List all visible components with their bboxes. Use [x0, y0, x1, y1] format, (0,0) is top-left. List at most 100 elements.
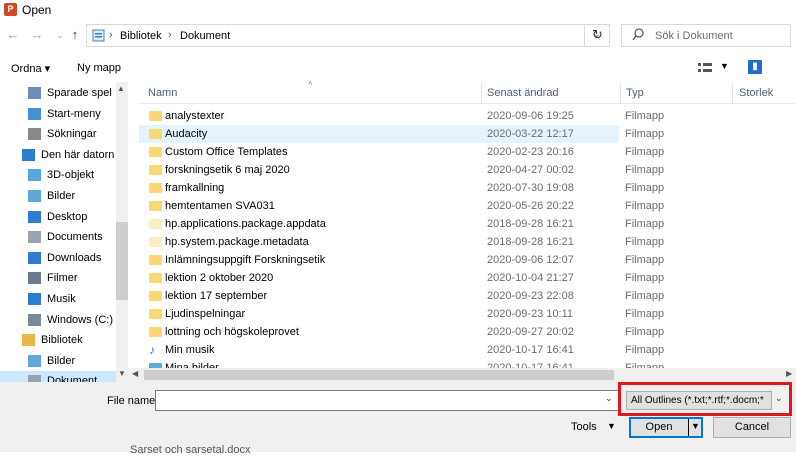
column-divider[interactable] — [732, 83, 733, 103]
filename-input[interactable] — [155, 390, 619, 411]
nav-scroll-down-icon[interactable]: ▼ — [118, 369, 126, 378]
file-type: Filmapp — [625, 254, 665, 266]
folder-icon — [149, 237, 162, 247]
file-row[interactable]: Audacity 2020-03-22 12:17 Filmapp — [139, 125, 664, 143]
file-date: 2020-05-26 20:22 — [487, 200, 574, 212]
pictures-icon — [28, 354, 41, 367]
navigation-pane: Sparade spel Start-meny Sökningar Den här d… — [0, 82, 128, 382]
forward-arrow-icon[interactable]: → — [28, 26, 46, 44]
file-name: Audacity — [165, 128, 208, 140]
folder-icon — [149, 129, 162, 139]
nav-item-label: Sparade spel — [47, 87, 112, 99]
column-type[interactable]: Typ — [626, 87, 644, 99]
back-arrow-icon[interactable]: ← — [4, 26, 22, 44]
file-date: 2020-10-04 21:27 — [487, 272, 574, 284]
file-name: analystexter — [165, 110, 225, 122]
nav-scroll-up-icon[interactable]: ▲ — [117, 84, 125, 93]
computer-icon — [22, 148, 35, 161]
breadcrumb-dokument[interactable]: Dokument — [180, 30, 230, 42]
file-type: Filmapp — [625, 128, 665, 140]
cancel-button[interactable]: Cancel — [713, 417, 791, 438]
new-folder-button[interactable]: Ny mapp — [77, 62, 121, 74]
3d-objects-icon — [28, 169, 41, 182]
tools-dropdown-icon[interactable]: ▼ — [607, 421, 616, 431]
column-divider[interactable] — [481, 83, 482, 103]
folder-icon — [149, 291, 162, 301]
nav-item-label: Bilder — [47, 190, 76, 202]
file-row[interactable]: hp.system.package.metadata 2018-09-28 16:… — [139, 233, 796, 251]
music-icon — [28, 293, 41, 305]
file-name: hp.system.package.metadata — [165, 236, 309, 248]
search-placeholder: Sök i Dokument — [655, 30, 733, 42]
column-divider[interactable] — [620, 83, 621, 103]
nav-item-label: Den här datorn — [41, 148, 115, 161]
file-name: lektion 17 september — [165, 290, 268, 302]
file-row[interactable]: framkallning 2020-07-30 19:08 Filmapp — [139, 179, 796, 197]
folder-icon — [149, 309, 162, 319]
nav-scrollbar-thumb[interactable] — [116, 222, 128, 300]
filename-label: File name: — [107, 395, 159, 407]
desktop-icon — [28, 210, 41, 223]
file-name: framkallning — [165, 182, 225, 194]
search-icon — [632, 28, 644, 41]
file-row[interactable]: hemtentamen SVA031 2020-05-26 20:22 Filmap… — [139, 197, 796, 215]
file-date: 2020-02-23 20:16 — [487, 146, 574, 158]
file-type: Filmapp — [625, 236, 665, 248]
pictures-icon — [28, 190, 41, 202]
scroll-right-icon[interactable]: ▶ — [786, 369, 792, 378]
file-type: Filmapp — [625, 146, 665, 158]
file-type: Filmapp — [625, 200, 665, 212]
folder-icon — [149, 327, 162, 337]
column-date[interactable]: Senast ändrad — [487, 87, 559, 99]
filename-dropdown-icon[interactable]: ⌄ — [605, 393, 613, 404]
file-row[interactable]: Custom Office Templates 2020-02-23 20:16 F… — [139, 143, 796, 161]
view-options-icon[interactable] — [698, 62, 712, 74]
up-arrow-icon[interactable]: ↑ — [66, 26, 84, 44]
organize-button[interactable]: Ordna ▾ — [11, 62, 50, 75]
file-type: Filmapp — [625, 272, 665, 284]
file-name: Min musik — [165, 344, 215, 356]
open-button-label: Open — [645, 421, 673, 433]
file-name: Custom Office Templates — [165, 146, 288, 158]
file-row[interactable]: ♪ Min musik 2020-10-17 16:41 Filmapp — [139, 341, 796, 359]
column-name[interactable]: Namn — [148, 87, 177, 99]
file-type: Filmapp — [625, 110, 665, 122]
open-options-dropdown-icon[interactable]: ▼ — [691, 421, 700, 431]
preview-pane-icon[interactable]: ▮ — [748, 60, 762, 74]
file-row[interactable]: lottning och högskoleprovet 2020-09-27 20… — [139, 323, 796, 341]
folder-icon — [149, 147, 162, 157]
nav-item[interactable]: Dokument — [0, 371, 116, 382]
nav-item-label: Bilder — [47, 354, 76, 367]
file-name: hemtentamen SVA031 — [165, 200, 275, 212]
horizontal-scrollbar-thumb[interactable] — [144, 370, 614, 380]
file-name: lektion 2 oktober 2020 — [165, 272, 274, 284]
start-menu-icon — [28, 107, 41, 120]
folder-icon — [149, 201, 162, 211]
breadcrumb-bibliotek[interactable]: Bibliotek — [120, 30, 162, 42]
file-name: hp.applications.package.appdata — [165, 218, 326, 230]
file-row[interactable]: analystexter 2020-09-06 19:25 Filmapp — [139, 107, 796, 125]
breadcrumb-separator-icon: › — [109, 29, 113, 41]
file-row[interactable]: forskningsetik 6 maj 2020 2020-04-27 00:0… — [139, 161, 796, 179]
background-document-text: Sarset och sarsetal.docx — [130, 444, 251, 456]
refresh-icon[interactable]: ↻ — [584, 24, 610, 47]
file-name: forskningsetik 6 maj 2020 — [165, 164, 290, 176]
scroll-left-icon[interactable]: ◀ — [132, 369, 138, 378]
file-row[interactable]: lektion 2 oktober 2020 2020-10-04 21:27 Fi… — [139, 269, 796, 287]
title-bar — [0, 0, 796, 20]
window-title: Open — [22, 3, 52, 17]
file-row[interactable]: Ljudinspelningar 2020-09-23 10:11 Filmapp — [139, 305, 796, 323]
file-date: 2018-09-28 16:21 — [487, 236, 574, 248]
file-row[interactable]: hp.applications.package.appdata 2018-09-2… — [139, 215, 796, 233]
address-bar[interactable]: › Bibliotek › Dokument ⌄ — [86, 24, 610, 47]
file-date: 2020-03-22 12:17 — [487, 128, 574, 140]
folder-icon — [149, 273, 162, 283]
folder-icon — [149, 255, 162, 265]
column-size[interactable]: Storlek — [739, 87, 773, 99]
file-row[interactable]: lektion 17 september 2020-09-23 22:08 Film… — [139, 287, 796, 305]
folder-icon — [149, 219, 162, 229]
file-row[interactable]: Inlämningsuppgift Forskningsetik 2020-09-… — [139, 251, 796, 269]
view-dropdown-icon[interactable]: ▼ — [720, 61, 729, 71]
tools-button[interactable]: Tools — [571, 421, 597, 433]
drive-icon — [28, 313, 41, 326]
